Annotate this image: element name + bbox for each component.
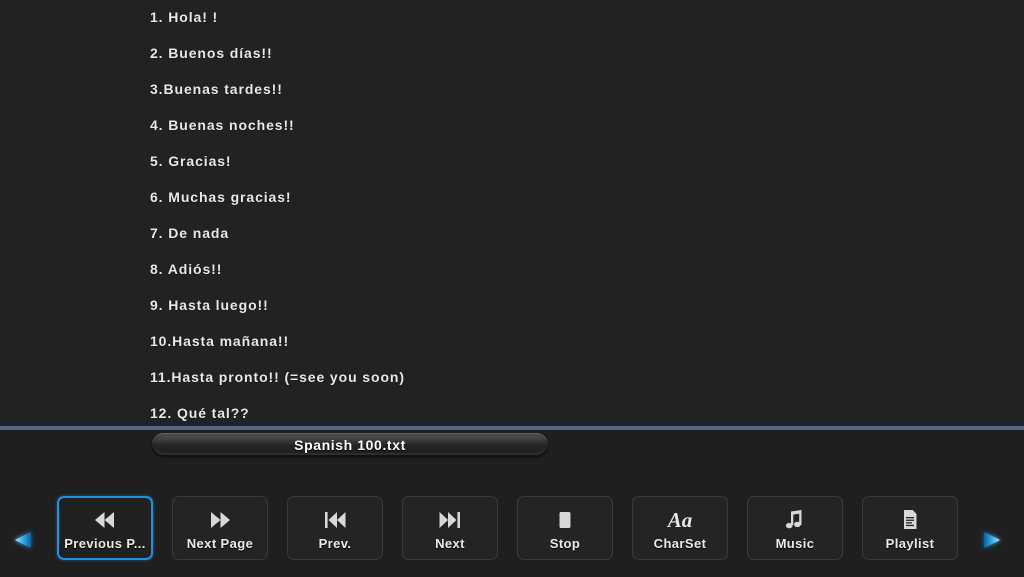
rewind-double-left-icon: [90, 506, 120, 534]
text-line: 1. Hola! !: [150, 9, 219, 25]
file-title-label: Spanish 100.txt: [294, 436, 406, 453]
charset-aa-icon: Aa: [667, 507, 693, 532]
skip-back-icon: [320, 506, 350, 534]
text-line: 6. Muchas gracias!: [150, 189, 292, 205]
toolbar-button-label: Playlist: [885, 536, 935, 551]
toolbar-button-playlist[interactable]: Playlist: [862, 496, 958, 560]
playlist-document-icon: [895, 506, 925, 534]
toolbar-button-next-page[interactable]: Next Page: [172, 496, 268, 560]
text-line: 3.Buenas tardes!!: [150, 81, 283, 97]
text-line: 2. Buenos días!!: [150, 45, 273, 61]
triangle-right-icon[interactable]: [977, 527, 1007, 553]
text-line: 5. Gracias!: [150, 153, 232, 169]
toolbar-button-music[interactable]: Music: [747, 496, 843, 560]
status-bar: Spanish 100.txt: [152, 433, 548, 456]
toolbar-button-next[interactable]: Next: [402, 496, 498, 560]
text-line: 12. Qué tal??: [150, 405, 250, 421]
toolbar-button-label: Previous P...: [64, 536, 146, 551]
toolbar: Previous P... Next Page Prev. Next Stop Aa Cha…: [57, 496, 968, 560]
text-line: 7. De nada: [150, 225, 230, 241]
text-line: 11.Hasta pronto!! (=see you soon): [150, 369, 405, 385]
toolbar-button-label: Next: [435, 536, 465, 551]
triangle-left-icon[interactable]: [8, 527, 38, 553]
text-line: 4. Buenas noches!!: [150, 117, 295, 133]
pane-separator: [0, 421, 1024, 432]
skip-forward-icon: [435, 506, 465, 534]
toolbar-button-label: Stop: [549, 536, 581, 551]
toolbar-button-charset[interactable]: Aa CharSet: [632, 496, 728, 560]
forward-double-right-icon: [205, 506, 235, 534]
stop-square-icon: [550, 506, 580, 534]
text-line: 8. Adiós!!: [150, 261, 223, 277]
text-reading-pane[interactable]: 1. Hola! ! 2. Buenos días!! 3.Buenas tarde…: [0, 0, 1024, 422]
toolbar-button-prev[interactable]: Prev.: [287, 496, 383, 560]
toolbar-button-label: CharSet: [653, 536, 707, 551]
toolbar-button-stop[interactable]: Stop: [517, 496, 613, 560]
text-line: 9. Hasta luego!!: [150, 297, 269, 313]
music-note-icon: [780, 506, 810, 534]
toolbar-button-label: Music: [775, 536, 815, 551]
toolbar-button-previous-p[interactable]: Previous P...: [57, 496, 153, 560]
toolbar-button-label: Prev.: [318, 536, 352, 551]
text-line: 10.Hasta mañana!!: [150, 333, 290, 349]
toolbar-button-label: Next Page: [186, 536, 254, 551]
ebook-reader-app: 1. Hola! ! 2. Buenos días!! 3.Buenas tarde…: [0, 0, 1024, 577]
